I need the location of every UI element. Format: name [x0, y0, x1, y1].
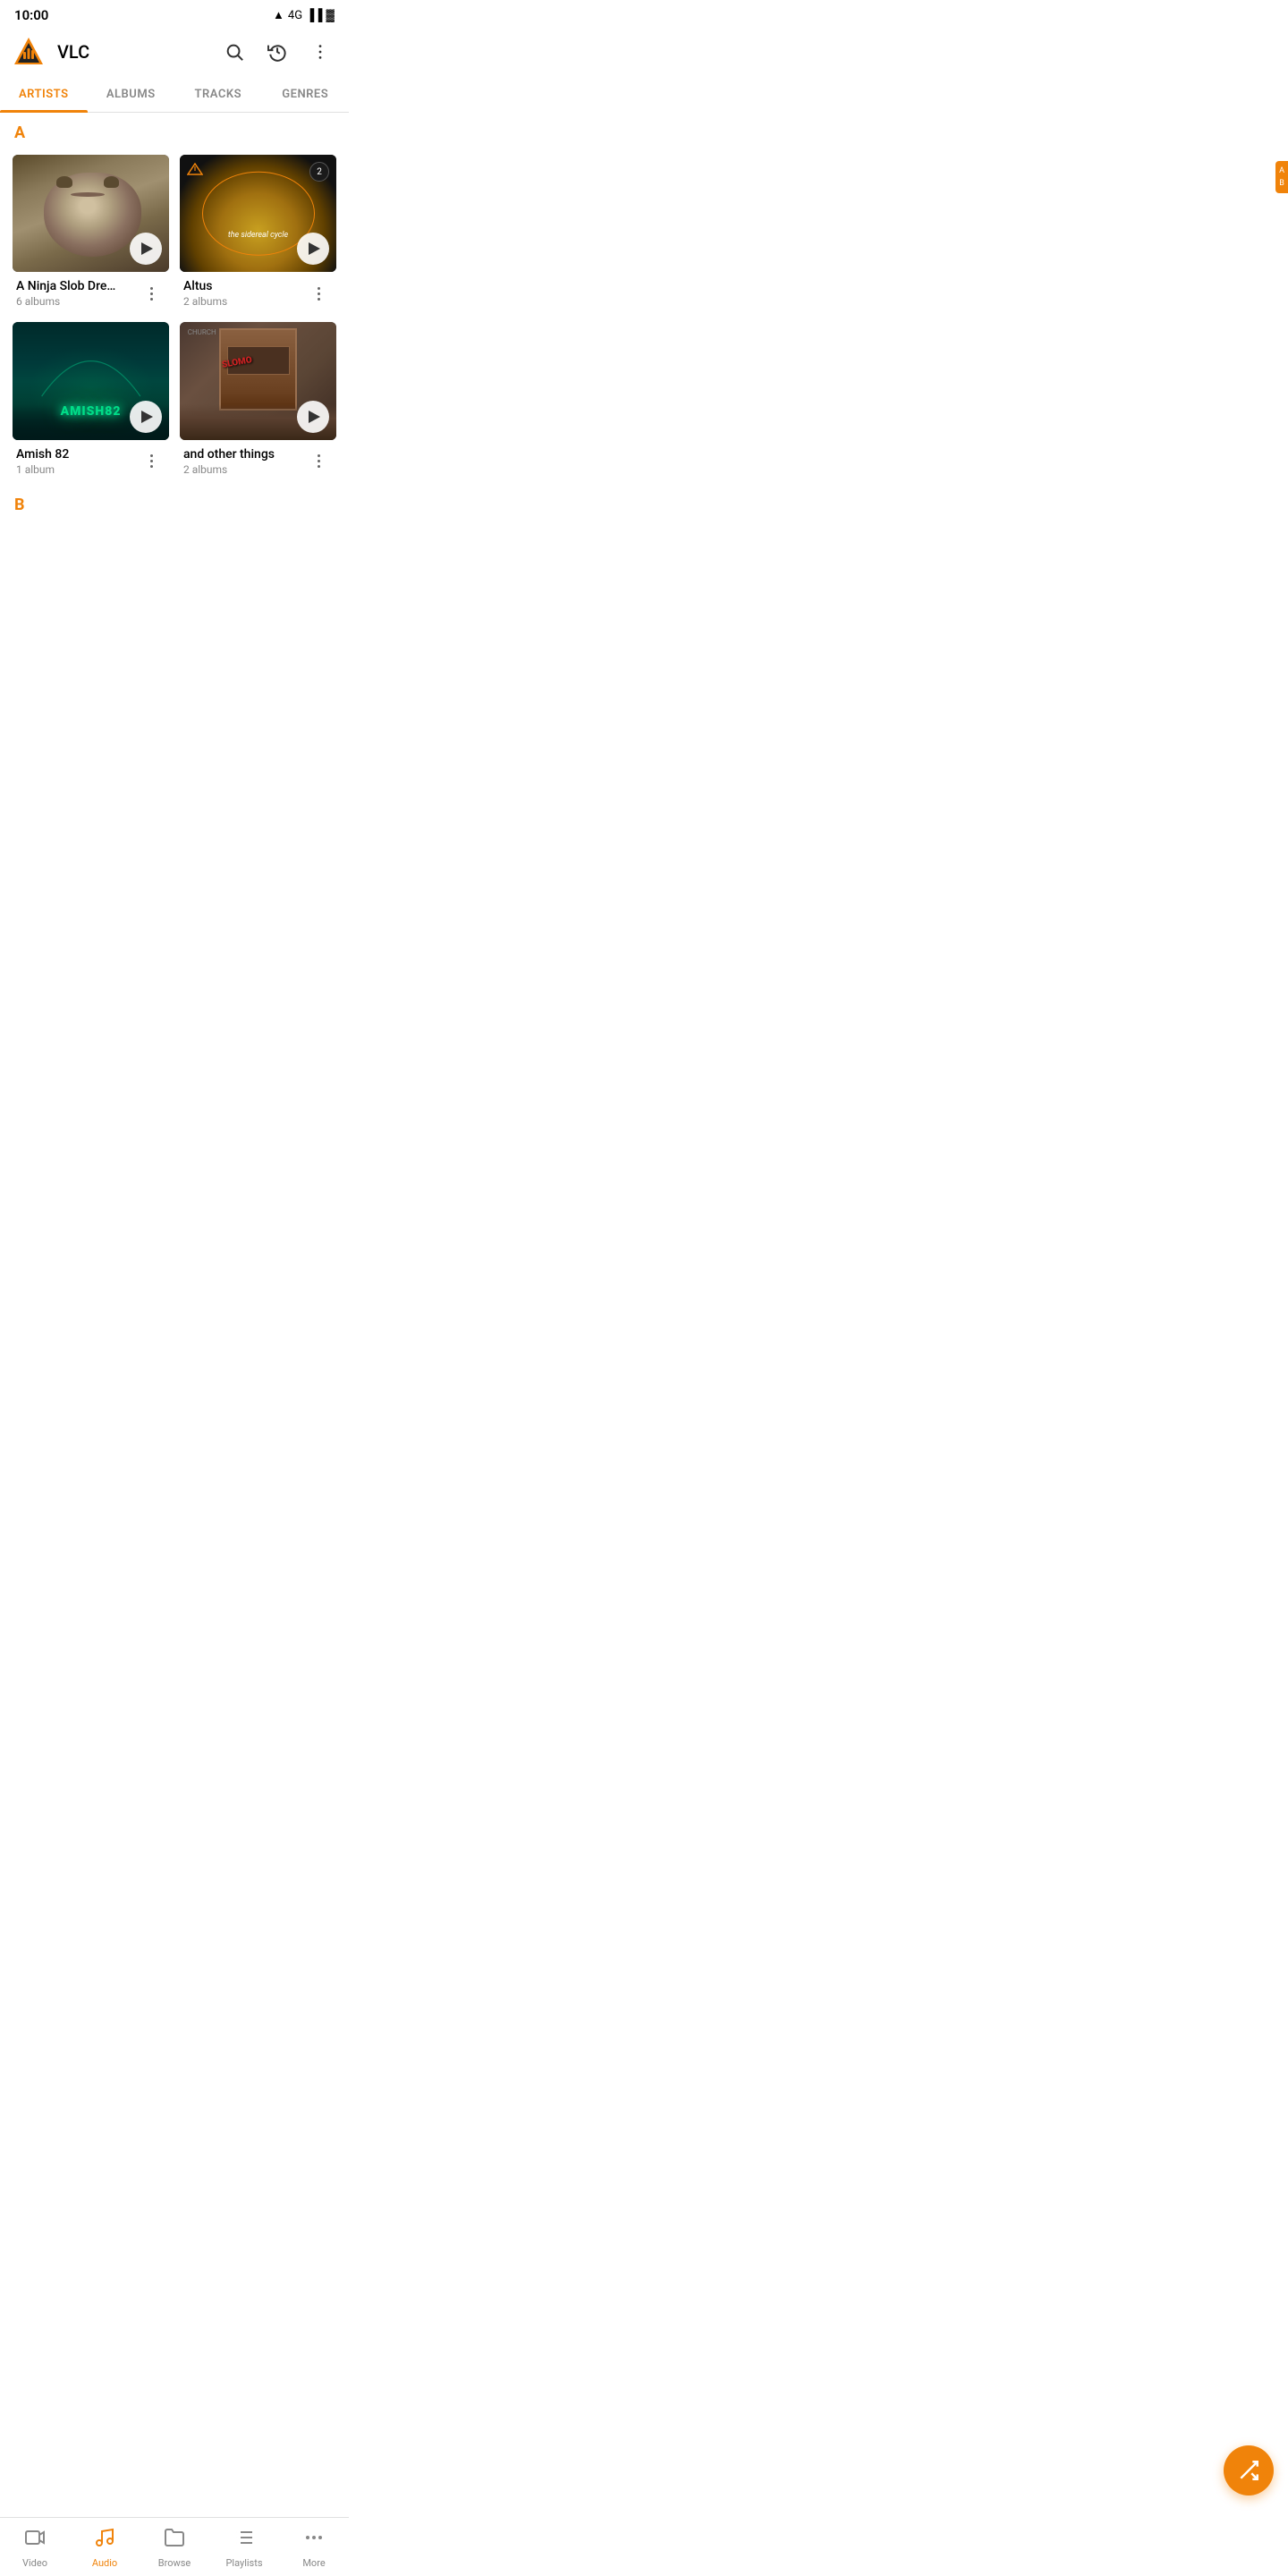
video-nav-icon: [24, 2527, 46, 2554]
artist-card-other[interactable]: SLOMO CHURCH and other things 2 albums: [180, 322, 336, 479]
artist-name-other: and other things: [183, 447, 304, 462]
church-sign: CHURCH: [188, 328, 216, 336]
artists-content: A A Ninja Slob Dre… 6 albums: [0, 113, 349, 593]
battery-icon: ▓: [326, 8, 335, 22]
shuffle-icon: [1237, 2459, 1260, 2482]
artist-albums-ninja: 6 albums: [16, 295, 137, 308]
play-button-other[interactable]: [297, 401, 329, 433]
history-icon: [267, 42, 287, 62]
search-icon: [225, 42, 244, 62]
app-bar: VLC: [0, 27, 349, 77]
more-nav-icon: [303, 2527, 325, 2554]
signal-bars-icon: ▐▐: [306, 8, 322, 22]
artist-more-button-other[interactable]: [304, 447, 333, 476]
nav-browse-label: Browse: [158, 2557, 191, 2569]
playlists-nav-icon: [233, 2527, 255, 2554]
music-tabs: ARTISTS ALBUMS TRACKS GENRES: [0, 77, 349, 113]
nav-video-label: Video: [22, 2557, 47, 2569]
status-bar: 10:00 ▲ 4G ▐▐ ▓: [0, 0, 349, 27]
alphabet-index[interactable]: A B: [1275, 161, 1288, 193]
artist-details-altus: Altus 2 albums: [183, 279, 304, 308]
artist-more-button-altus[interactable]: [304, 279, 333, 308]
altus-badge: 2: [309, 162, 329, 182]
section-a: A: [0, 113, 349, 149]
history-button[interactable]: [259, 34, 295, 70]
vlc-logo: [11, 34, 47, 70]
status-icons: ▲ 4G ▐▐ ▓: [273, 8, 335, 22]
nav-video[interactable]: Video: [0, 2518, 70, 2576]
tab-genres[interactable]: GENRES: [262, 77, 350, 112]
artists-grid: A Ninja Slob Dre… 6 albums the: [0, 149, 349, 485]
nav-playlists[interactable]: Playlists: [209, 2518, 279, 2576]
artist-name-amish: Amish 82: [16, 447, 137, 462]
artist-info-ninja: A Ninja Slob Dre… 6 albums: [13, 272, 169, 311]
search-button[interactable]: [216, 34, 252, 70]
artist-thumb-amish: AMISH82: [13, 322, 169, 439]
signal-strength-icon: 4G: [288, 9, 302, 22]
tab-tracks[interactable]: TRACKS: [174, 77, 262, 112]
artist-albums-altus: 2 albums: [183, 295, 304, 308]
artist-more-button-amish[interactable]: [137, 447, 165, 476]
artist-thumb-other: SLOMO CHURCH: [180, 322, 336, 439]
nav-browse[interactable]: Browse: [140, 2518, 209, 2576]
nav-playlists-label: Playlists: [225, 2557, 262, 2569]
artist-info-amish: Amish 82 1 album: [13, 440, 169, 479]
artist-albums-other: 2 albums: [183, 463, 304, 476]
altus-logo-icon: [187, 162, 203, 179]
overflow-menu-button[interactable]: [302, 34, 338, 70]
play-button-amish[interactable]: [130, 401, 162, 433]
artist-thumb-ninja: [13, 155, 169, 272]
nav-audio-label: Audio: [92, 2557, 117, 2569]
app-title: VLC: [57, 41, 206, 63]
browse-nav-icon: [164, 2527, 185, 2554]
overflow-icon: [310, 42, 330, 62]
artist-name-ninja: A Ninja Slob Dre…: [16, 279, 137, 293]
app-bar-actions: [216, 34, 338, 70]
artist-albums-amish: 1 album: [16, 463, 137, 476]
bottom-nav: Video Audio Browse: [0, 2517, 349, 2576]
tab-albums[interactable]: ALBUMS: [88, 77, 175, 112]
three-dots-icon-amish: [150, 454, 153, 468]
section-b: B: [0, 485, 349, 521]
artist-card-altus[interactable]: the sidereal cycle 2 Altus 2 albums: [180, 155, 336, 311]
three-dots-icon-altus: [318, 287, 320, 301]
wifi-icon: ▲: [273, 8, 284, 22]
artist-info-other: and other things 2 albums: [180, 440, 336, 479]
nav-more[interactable]: More: [279, 2518, 349, 2576]
artist-details-amish: Amish 82 1 album: [16, 447, 137, 476]
artist-details-other: and other things 2 albums: [183, 447, 304, 476]
artist-info-altus: Altus 2 albums: [180, 272, 336, 311]
tab-artists[interactable]: ARTISTS: [0, 77, 88, 112]
play-button-altus[interactable]: [297, 233, 329, 265]
status-time: 10:00: [14, 7, 48, 23]
nav-audio[interactable]: Audio: [70, 2518, 140, 2576]
artist-name-altus: Altus: [183, 279, 304, 293]
three-dots-icon-other: [318, 454, 320, 468]
audio-nav-icon: [94, 2527, 115, 2554]
three-dots-icon: [150, 287, 153, 301]
artist-card-amish[interactable]: AMISH82 Amish 82 1 album: [13, 322, 169, 479]
artist-details-ninja: A Ninja Slob Dre… 6 albums: [16, 279, 137, 308]
artist-card-ninja[interactable]: A Ninja Slob Dre… 6 albums: [13, 155, 169, 311]
shuffle-all-fab[interactable]: [1224, 2445, 1274, 2496]
play-button-ninja[interactable]: [130, 233, 162, 265]
artist-more-button-ninja[interactable]: [137, 279, 165, 308]
nav-more-label: More: [302, 2557, 325, 2569]
artist-thumb-altus: the sidereal cycle 2: [180, 155, 336, 272]
